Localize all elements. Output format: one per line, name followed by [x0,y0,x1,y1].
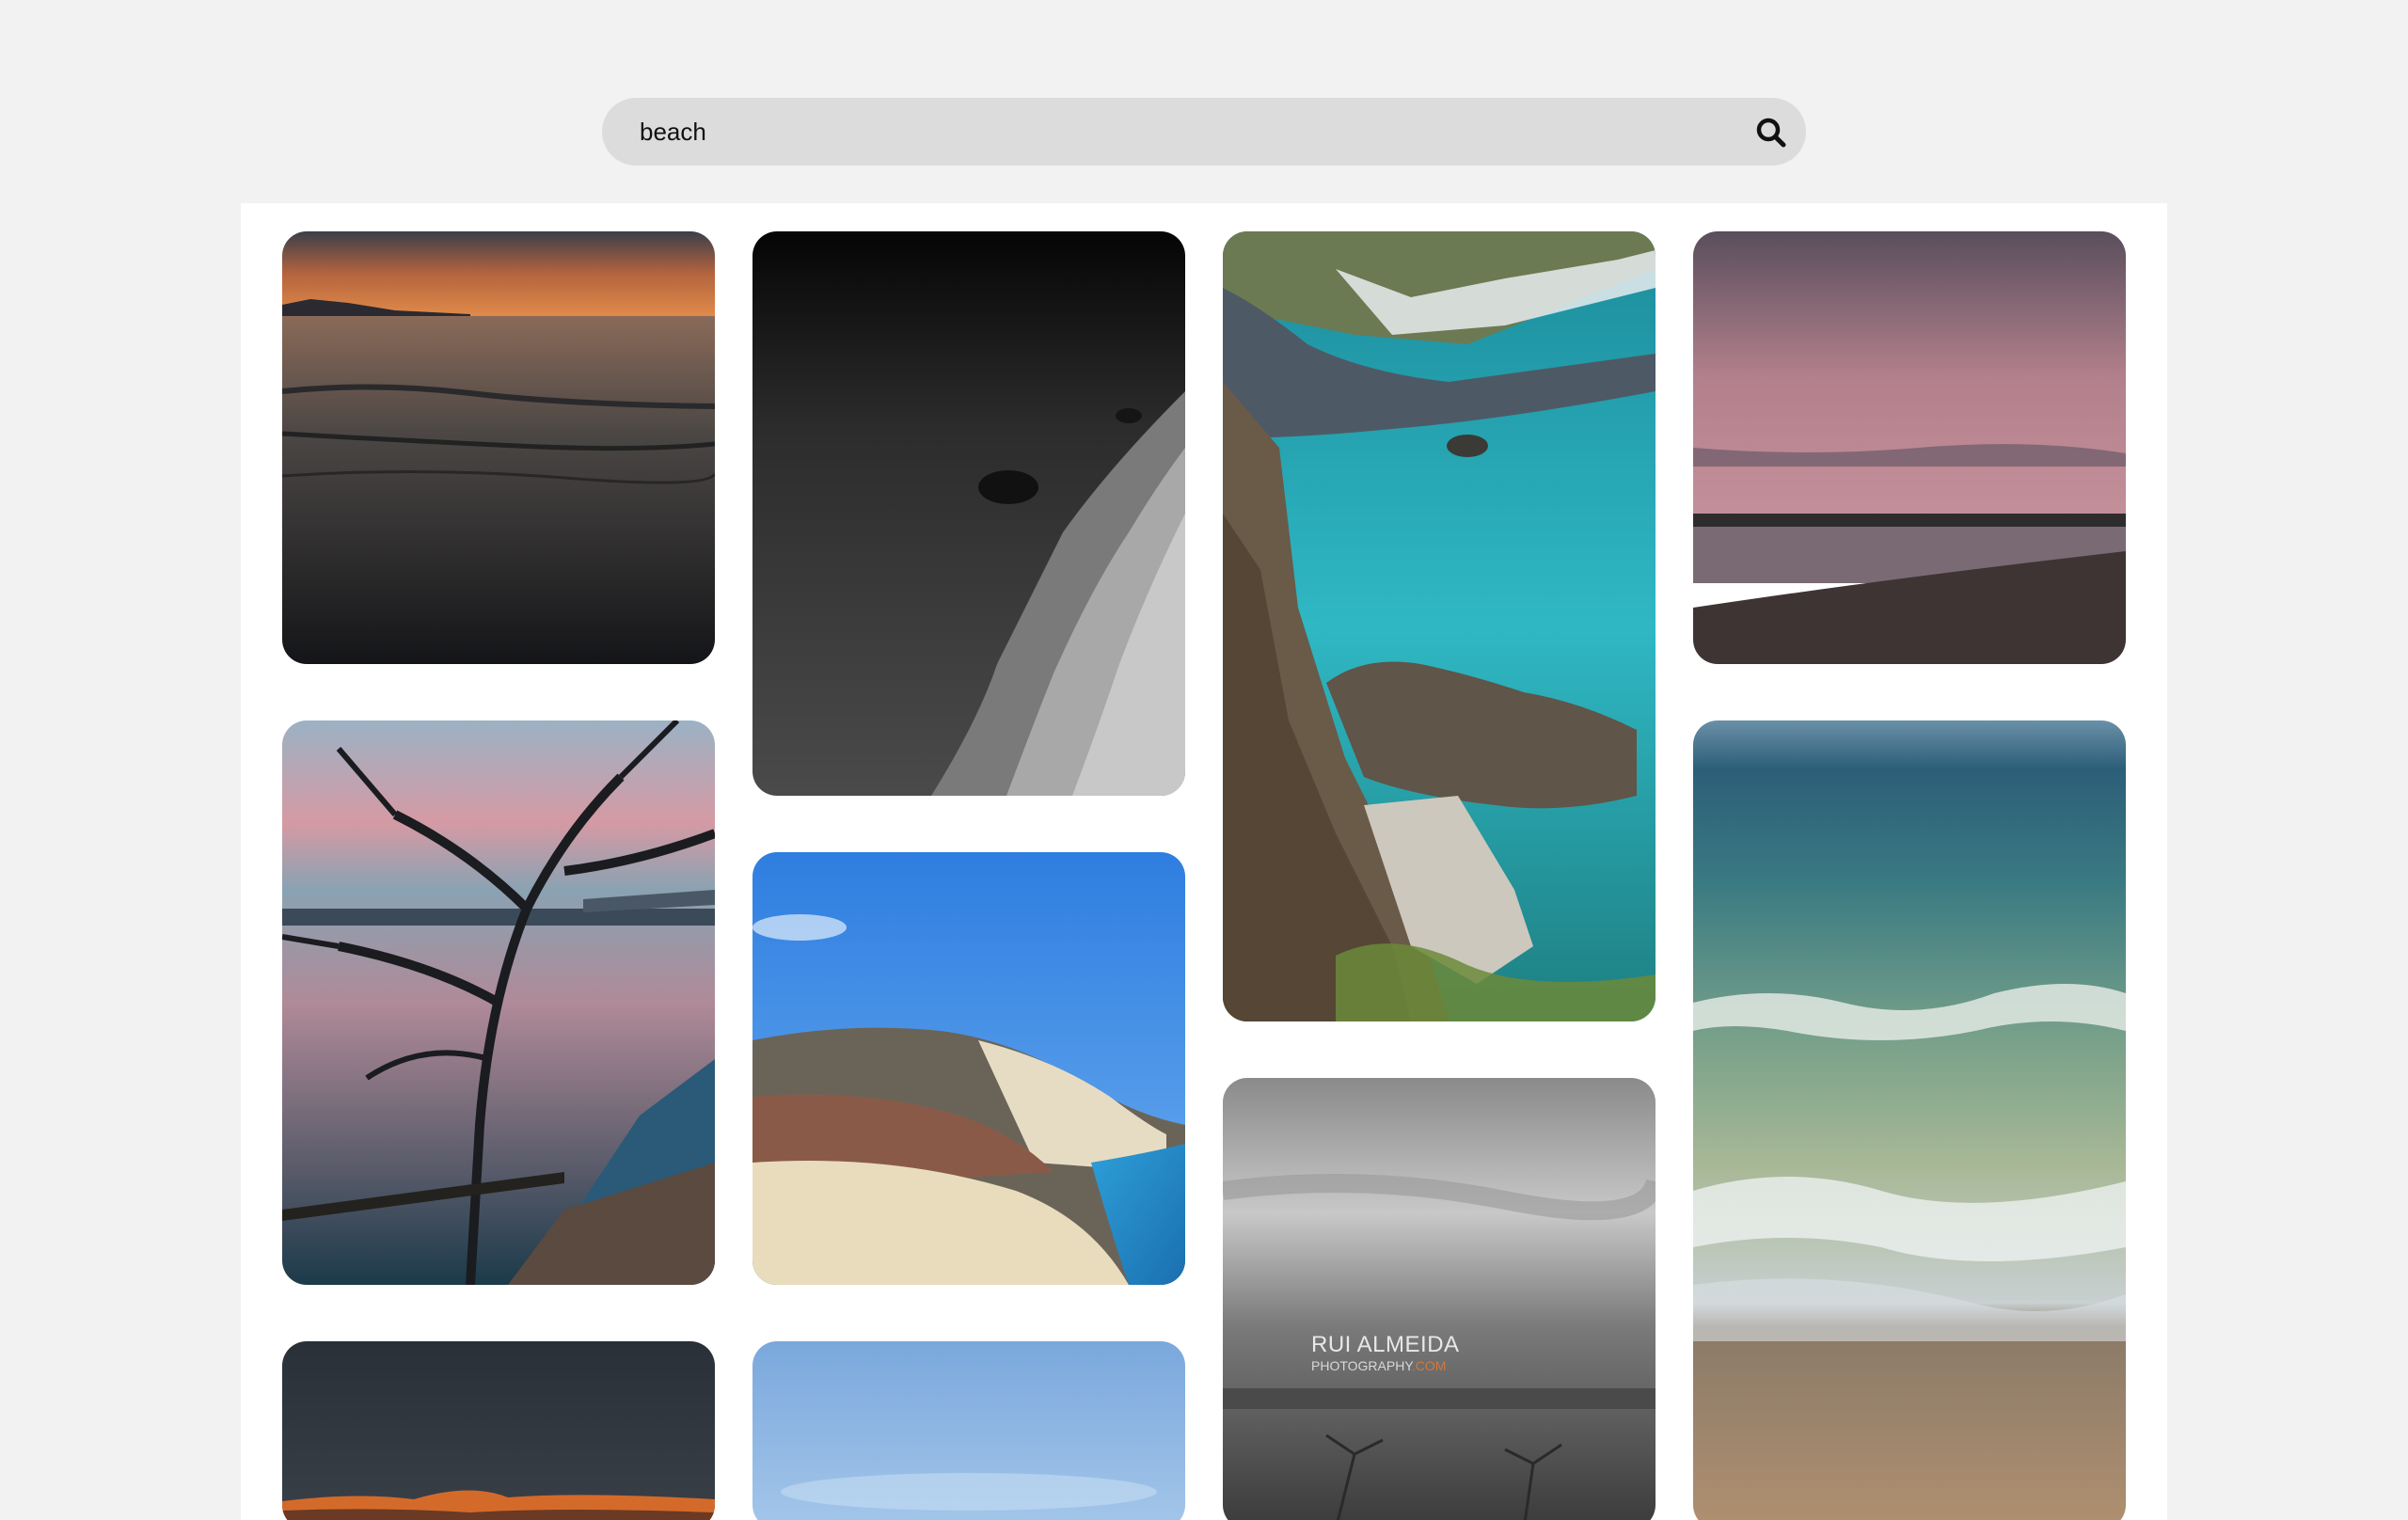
gallery-image-sand-dunes[interactable] [752,852,1185,1285]
search-input[interactable] [640,98,1693,166]
bw-shoreline-image [752,231,1185,796]
turquoise-cove-image [1223,231,1656,1021]
search-bar [602,98,1806,166]
sunset-sea-image [282,231,715,664]
light-blue-sky-image [752,1341,1185,1520]
gallery-image-sunset-sea[interactable] [282,231,715,664]
gallery-image-tree-lake[interactable] [282,720,715,1285]
tree-lake-image [282,720,715,1285]
image-gallery: RUI ALMEIDA PHOTOGRAPHY.COM [241,203,2167,1520]
gallery-image-ocean-waves[interactable] [1693,720,2126,1520]
watermark-name: RUI ALMEIDA [1311,1332,1460,1357]
grey-seascape-image [1223,1078,1656,1520]
search-icon[interactable] [1755,117,1787,149]
sand-dunes-image [752,852,1185,1285]
ocean-waves-image [1693,720,2126,1520]
gallery-image-grey-seascape[interactable]: RUI ALMEIDA PHOTOGRAPHY.COM [1223,1078,1656,1520]
gallery-image-turquoise-cove[interactable] [1223,231,1656,1021]
gallery-image-light-blue-sky[interactable] [752,1341,1185,1520]
gallery-image-bw-shoreline[interactable] [752,231,1185,796]
watermark-domain: PHOTOGRAPHY.COM [1311,1358,1447,1373]
gallery-image-pink-sky-beach[interactable] [1693,231,2126,664]
gallery-image-dark-horizon[interactable] [282,1341,715,1520]
pink-sky-beach-image [1693,231,2126,664]
dark-horizon-image [282,1341,715,1520]
